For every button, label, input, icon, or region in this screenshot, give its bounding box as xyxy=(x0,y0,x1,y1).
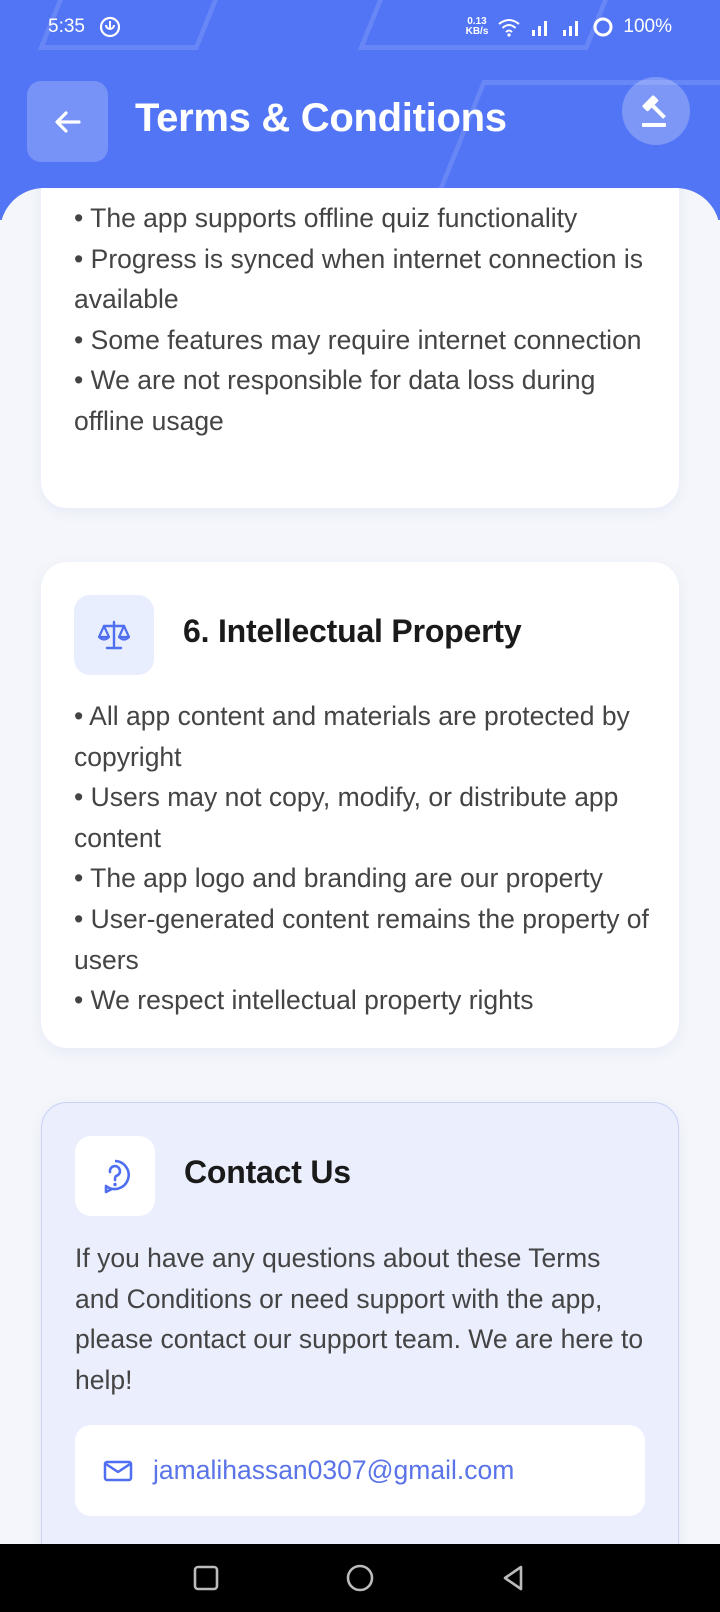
section-icon-box xyxy=(74,595,154,675)
section-icon-box xyxy=(75,1136,155,1216)
email-link[interactable]: jamalihassan0307@gmail.com xyxy=(75,1425,645,1516)
status-time: 5:35 xyxy=(48,16,85,37)
battery-icon xyxy=(593,17,613,37)
section-title: 6. Intellectual Property xyxy=(183,613,522,649)
recent-apps-icon[interactable] xyxy=(192,1564,220,1592)
contact-card: Contact Us If you have any questions abo… xyxy=(41,1102,679,1544)
back-nav-icon[interactable] xyxy=(500,1564,528,1592)
section-title: Contact Us xyxy=(184,1154,351,1190)
network-speed: 0.13 KB/s xyxy=(465,16,489,37)
contact-description: If you have any questions about these Te… xyxy=(75,1243,644,1395)
list-item: • Users may not copy, modify, or distrib… xyxy=(74,782,619,853)
list-item: • User-generated content remains the pro… xyxy=(74,903,649,975)
list-item: • Some features may require internet con… xyxy=(74,324,642,355)
list-item: • The app logo and branding are our prop… xyxy=(74,863,603,894)
home-icon[interactable] xyxy=(345,1563,375,1593)
app-notification-icon xyxy=(99,16,121,38)
email-address[interactable]: jamalihassan0307@gmail.com xyxy=(153,1455,514,1486)
app-bar: Terms & Conditions xyxy=(0,54,720,190)
scale-balance-icon xyxy=(97,620,131,650)
back-button[interactable] xyxy=(27,81,108,162)
gavel-icon xyxy=(642,95,666,127)
signal-icon xyxy=(563,21,579,36)
list-item: • Progress is synced when internet conne… xyxy=(74,243,644,315)
list-item: • All app content and materials are prot… xyxy=(74,701,630,772)
battery-percent: 100% xyxy=(623,16,672,37)
mail-icon xyxy=(103,1460,133,1481)
status-bar: 5:35 0.13 KB/s 100% xyxy=(0,0,720,54)
page-title: Terms & Conditions xyxy=(135,96,507,140)
signal-icon xyxy=(532,21,548,36)
offline-usage-card: • The app supports offline quiz function… xyxy=(41,188,679,508)
list-item: • We are not responsible for data loss d… xyxy=(74,365,596,436)
list-item: • The app supports offline quiz function… xyxy=(74,203,578,233)
list-item: • We respect intellectual property right… xyxy=(74,985,534,1016)
offline-bullets: • The app supports offline quiz function… xyxy=(74,198,654,442)
ip-bullets: • All app content and materials are prot… xyxy=(74,696,654,1021)
arrow-left-icon xyxy=(54,110,81,133)
intellectual-property-card: 6. Intellectual Property • All app conte… xyxy=(41,562,679,1048)
help-circle-icon xyxy=(104,1159,130,1194)
gavel-button[interactable] xyxy=(622,77,690,145)
header-background: 5:35 0.13 KB/s 100% Terms & Conditions xyxy=(0,0,720,220)
system-nav-bar xyxy=(0,1544,720,1612)
content-sheet[interactable]: • The app supports offline quiz function… xyxy=(0,188,720,1544)
wifi-icon xyxy=(498,19,521,37)
